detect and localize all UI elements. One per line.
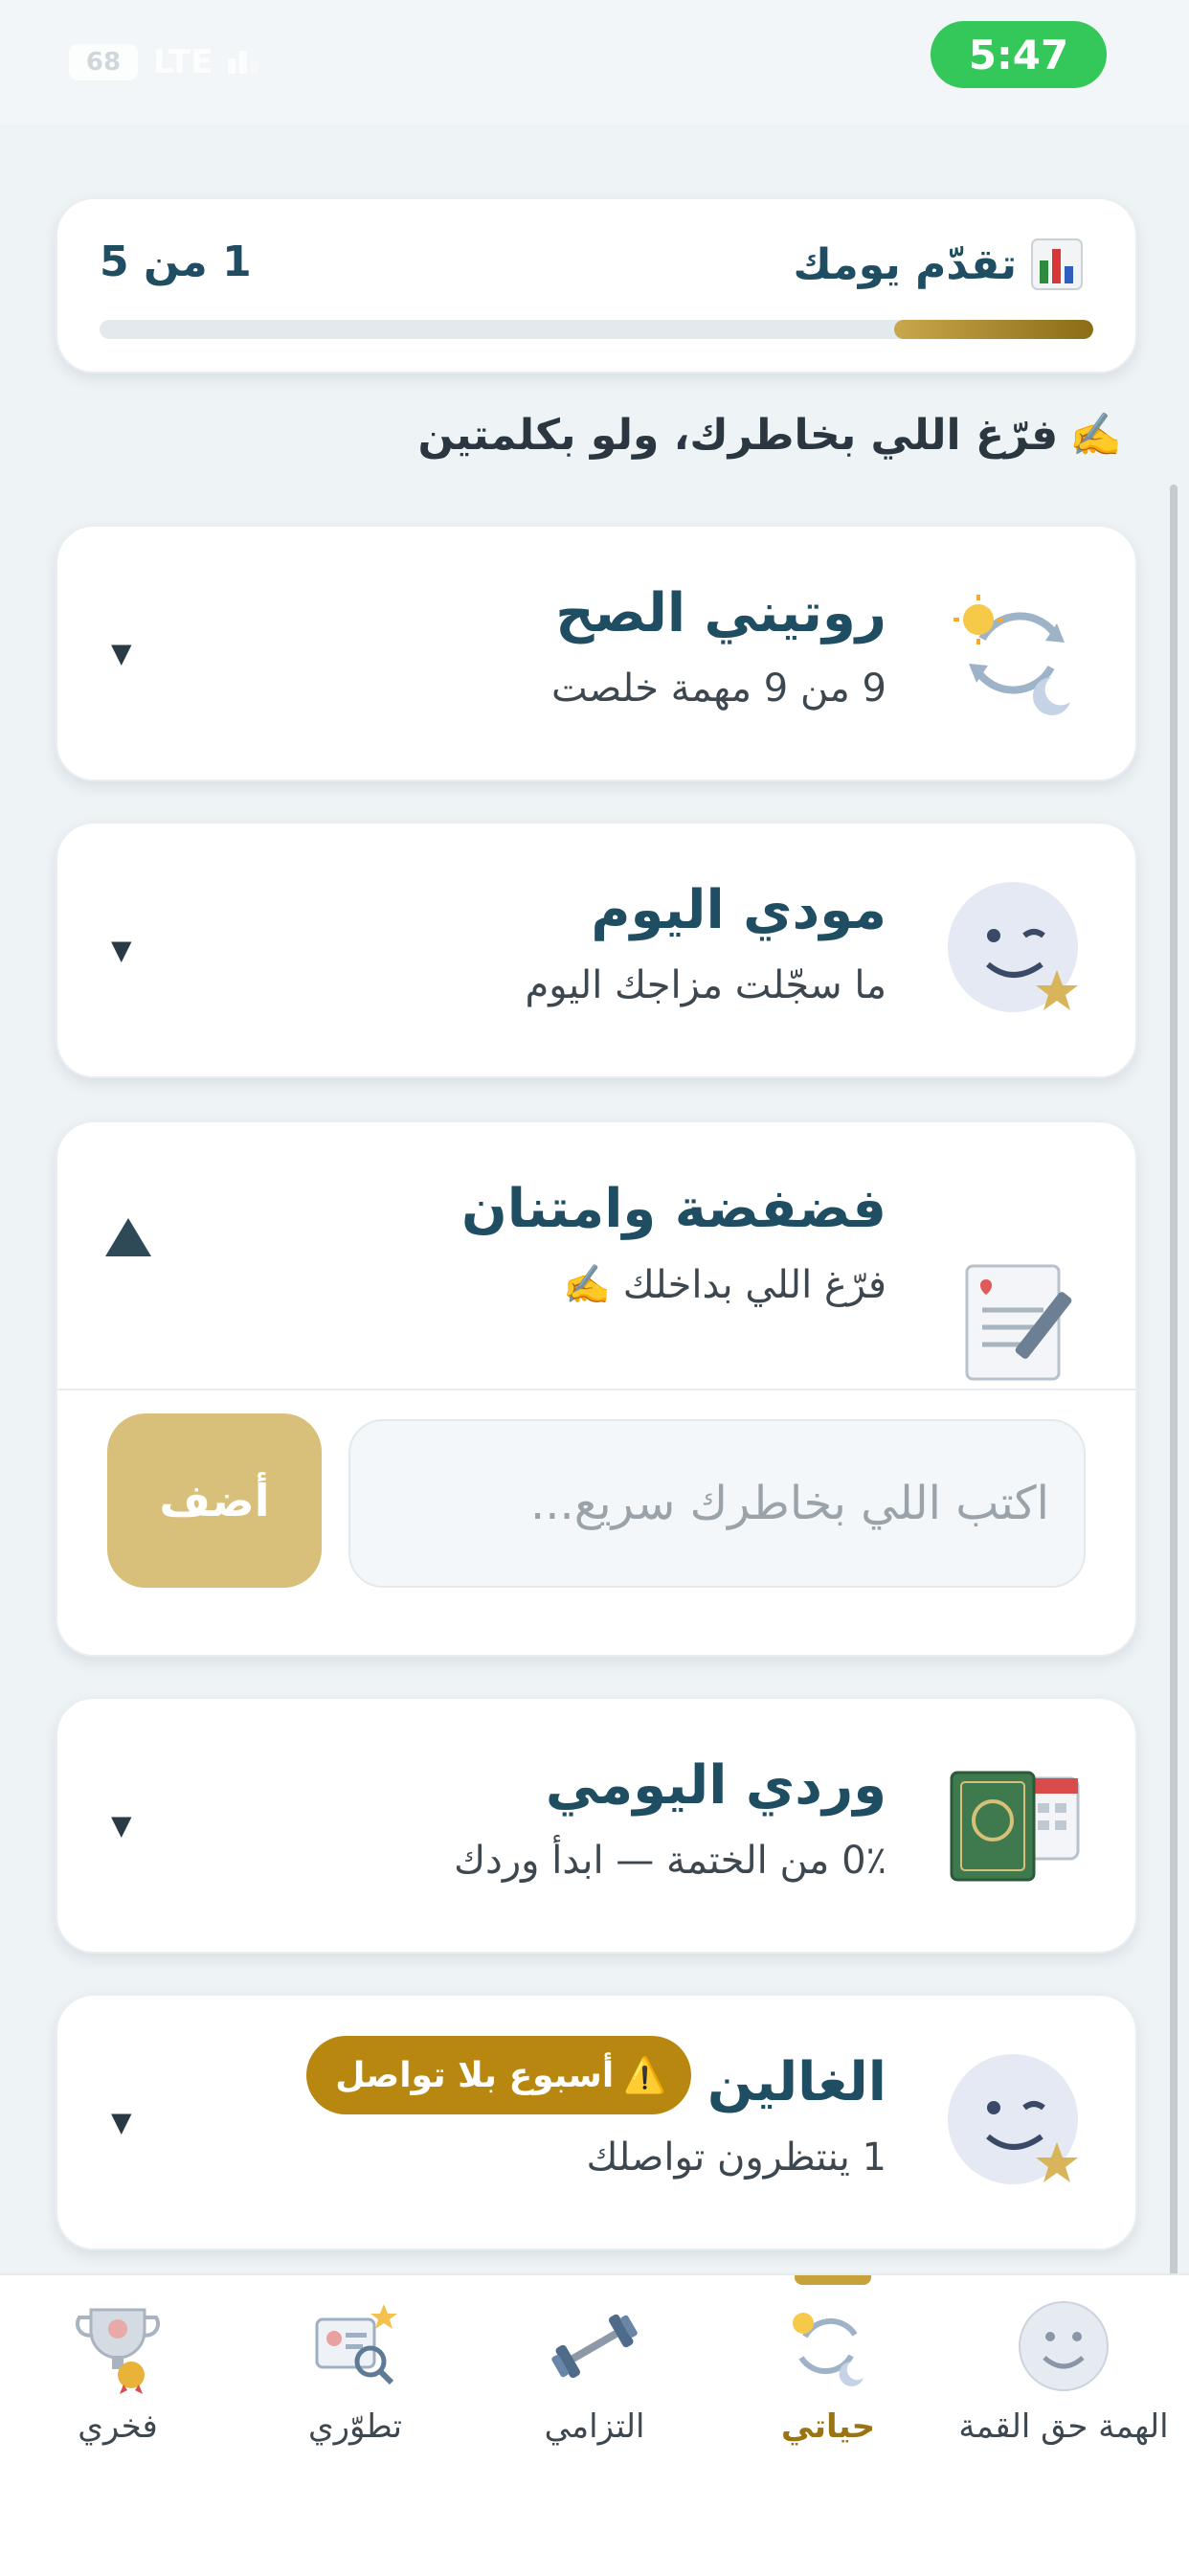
trophy-icon [76, 2308, 160, 2394]
bar-chart-icon [1031, 238, 1083, 290]
nav-item-hayati[interactable]: حياتي [718, 2298, 938, 2448]
section-title: وردي اليومي [545, 1754, 886, 1817]
nav-label: التزامي [544, 2407, 645, 2446]
section-routine[interactable]: روتيني الصح 9 من 9 مهمة خلصت ▼ [56, 525, 1137, 781]
section-title: روتيني الصح [555, 582, 886, 644]
nav-item-fakhri[interactable]: فخري [8, 2298, 228, 2448]
battery-icon: 68 [69, 44, 138, 80]
section-title: الغالين [707, 2051, 886, 2113]
section-title: مودي اليوم [591, 879, 886, 941]
section-subtitle: 1 ينتظرون تواصلك [586, 2135, 886, 2180]
warning-icon: ⚠️ [623, 2056, 666, 2095]
progress-title: تقدّم يومك [794, 237, 1085, 291]
progress-bar [100, 320, 1093, 339]
writing-hand-icon: ✍️ [1069, 411, 1122, 460]
winking-face-icon [948, 882, 1078, 1012]
smile-face-icon [1019, 2301, 1109, 2391]
section-subtitle: ما سجّلت مزاجك اليوم [525, 963, 886, 1007]
badge-label: أسبوع بلا تواصل [335, 2055, 615, 2095]
scrollbar[interactable] [1170, 485, 1178, 2381]
day-progress-card: تقدّم يومك 1 من 5 [56, 197, 1137, 373]
network-label: LTE [153, 43, 213, 81]
signal-icon [228, 51, 259, 74]
sun-moon-cycle-icon [953, 595, 1070, 715]
status-badge: ⚠️ أسبوع بلا تواصل [306, 2036, 691, 2114]
chevron-up-icon[interactable] [105, 1218, 151, 1256]
hint-label: فرّغ اللي بخاطرك، ولو بكلمتين [417, 410, 1059, 460]
progress-count: 1 من 5 [100, 237, 252, 286]
nav-item-himma[interactable]: الهمة حق القمة [953, 2298, 1174, 2448]
section-subtitle: 0٪ من الختمة — ابدأ وردك [454, 1839, 886, 1883]
chevron-down-icon[interactable]: ▼ [111, 2107, 132, 2138]
chevron-down-icon[interactable]: ▼ [111, 1810, 132, 1842]
active-tab-indicator [795, 2275, 871, 2285]
bottom-nav: الهمة حق القمة حياتي التزامي تطوّري فخري [0, 2273, 1189, 2576]
section-mood[interactable]: مودي اليوم ما سجّلت مزاجك اليوم ▼ [56, 822, 1137, 1078]
nav-item-iltizami[interactable]: التزامي [484, 2298, 705, 2448]
add-button[interactable]: أضف [107, 1413, 322, 1588]
section-subtitle: 9 من 9 مهمة خلصت [550, 667, 886, 711]
status-indicators: 68 LTE [69, 43, 259, 81]
dumbbell-icon [551, 2314, 638, 2379]
notepad-pen-icon [965, 1264, 1072, 1381]
status-time: 5:47 [931, 21, 1107, 88]
section-subtitle: فرّغ اللي بداخلك ✍️ [563, 1263, 886, 1307]
nav-label: حياتي [780, 2407, 876, 2446]
section-title: فضفضة وامتنان [460, 1178, 886, 1240]
progress-fill [894, 320, 1093, 339]
section-vent: فضفضة وامتنان فرّغ اللي بداخلك ✍️ أضف [56, 1120, 1137, 1657]
note-input[interactable] [348, 1419, 1086, 1588]
winking-face-icon [948, 2054, 1078, 2184]
section-wird[interactable]: وردي اليومي 0٪ من الختمة — ابدأ وردك ▼ [56, 1697, 1137, 1954]
nav-label: فخري [78, 2407, 158, 2446]
nav-label: الهمة حق القمة [958, 2407, 1169, 2446]
quran-calendar-icon [950, 1771, 1080, 1882]
section-dear-ones[interactable]: الغالين 1 ينتظرون تواصلك ⚠️ أسبوع بلا تو… [56, 1994, 1137, 2250]
chevron-down-icon[interactable]: ▼ [111, 638, 132, 669]
sun-moon-cycle-icon [793, 2313, 864, 2386]
nav-label: تطوّري [308, 2407, 402, 2446]
divider [57, 1389, 1135, 1390]
hint-text: ✍️ فرّغ اللي بخاطرك، ولو بكلمتين [417, 410, 1122, 461]
profile-search-icon [315, 2304, 397, 2385]
chevron-down-icon[interactable]: ▼ [111, 935, 132, 966]
progress-title-text: تقدّم يومك [793, 239, 1018, 289]
status-bar: 68 LTE 5:47 [0, 0, 1189, 124]
nav-item-tatawwuri[interactable]: تطوّري [245, 2298, 465, 2448]
